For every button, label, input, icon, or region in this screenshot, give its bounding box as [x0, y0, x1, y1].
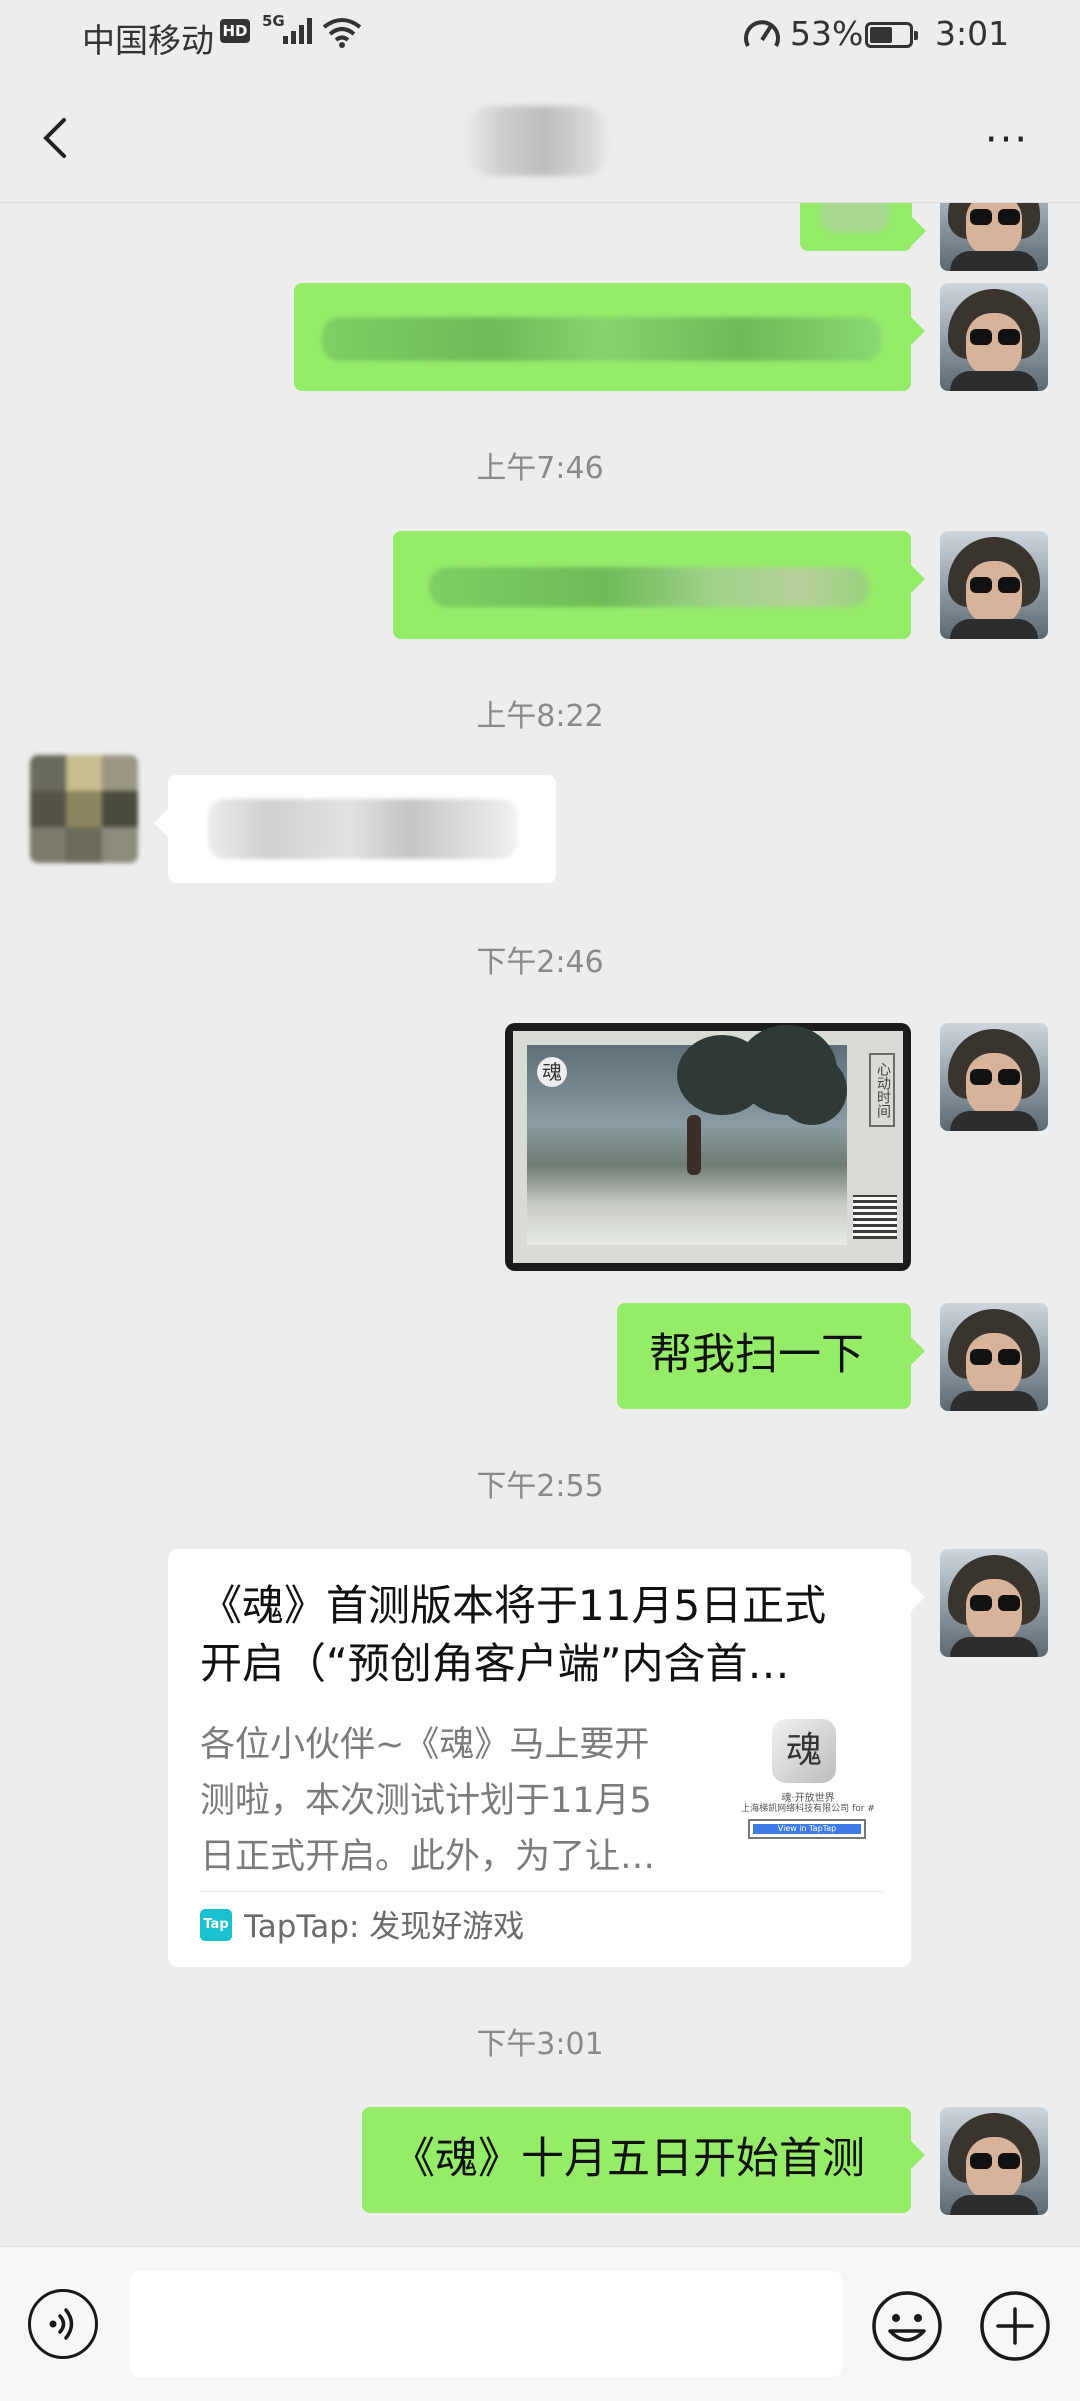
timestamp: 下午2:55: [476, 1469, 604, 1504]
message-list[interactable]: 上午7:46 上午8:22 下午2:46 魂 心动时间 帮我扫一下 下午2:55…: [0, 203, 1080, 2243]
contact-avatar[interactable]: [30, 755, 138, 863]
back-chevron-icon[interactable]: [28, 108, 88, 168]
message-bubble-redacted[interactable]: [154, 775, 556, 883]
wifi-icon: [322, 18, 362, 48]
battery-icon: [865, 22, 918, 48]
network-type: 5G: [262, 12, 285, 30]
message-input[interactable]: [130, 2271, 842, 2377]
chat-title-redacted: [462, 106, 612, 176]
signal-icon: [283, 18, 313, 44]
status-time: 3:01: [935, 14, 1010, 53]
my-avatar[interactable]: [940, 203, 1048, 271]
my-avatar[interactable]: [940, 1303, 1048, 1411]
link-card-description: 各位小伙伴~《魂》马上要开 测啦，本次测试计划于11月5 日正式开启。此外，为了…: [200, 1725, 656, 1877]
link-card-thumbnail: 魂 魂·开放世界 上海梯凯网络科技有限公司 for # View in TapT…: [738, 1719, 878, 1859]
timestamp: 上午8:22: [476, 699, 604, 734]
link-card-title: 《魂》首测版本将于11月5日正式 开启（“预创角客户端”内含首…: [200, 1581, 827, 1688]
message-bubble-redacted[interactable]: [800, 203, 926, 251]
status-bar: 中国移动 HD 5G 53% 3:01: [0, 0, 1080, 72]
input-bar: [0, 2246, 1080, 2401]
my-avatar[interactable]: [940, 283, 1048, 391]
message-text: 《魂》十月五日开始首测: [392, 2134, 865, 2184]
timestamp: 上午7:46: [476, 451, 604, 486]
carrier-name: 中国移动: [82, 21, 214, 60]
data-speed-icon: [744, 20, 780, 47]
game-logo: 魂: [537, 1057, 567, 1087]
chat-header: ···: [0, 72, 1080, 203]
divider: [200, 1891, 883, 1892]
app-icon: 魂: [772, 1719, 836, 1783]
emoji-icon[interactable]: [870, 2289, 944, 2363]
my-avatar[interactable]: [940, 1549, 1048, 1657]
qr-code: [853, 1195, 897, 1239]
plus-icon[interactable]: [978, 2289, 1052, 2363]
hd-badge: HD: [220, 19, 250, 43]
my-avatar[interactable]: [940, 531, 1048, 639]
poster-seal: 心动时间: [869, 1053, 895, 1127]
battery-percent: 53%: [790, 14, 864, 53]
message-text: 帮我扫一下: [649, 1330, 864, 1380]
voice-icon[interactable]: [28, 2289, 98, 2359]
link-card-source-text: TapTap: 发现好游戏: [244, 1909, 525, 1945]
taptap-icon: Tap: [200, 1909, 232, 1941]
message-bubble[interactable]: 帮我扫一下: [617, 1303, 925, 1409]
message-bubble-redacted[interactable]: [393, 531, 925, 639]
image-message[interactable]: 魂 心动时间: [505, 1023, 911, 1271]
message-bubble-redacted[interactable]: [294, 283, 925, 391]
link-card-message[interactable]: 《魂》首测版本将于11月5日正式 开启（“预创角客户端”内含首… 各位小伙伴~《…: [168, 1549, 925, 1967]
my-avatar[interactable]: [940, 2107, 1048, 2215]
game-poster-image: 魂 心动时间: [513, 1025, 903, 1263]
more-options-icon[interactable]: ···: [972, 120, 1042, 160]
poster-vertical-text: [851, 1053, 865, 1183]
timestamp: 下午2:46: [476, 945, 604, 980]
my-avatar[interactable]: [940, 1023, 1048, 1131]
message-bubble[interactable]: 《魂》十月五日开始首测: [362, 2107, 925, 2213]
timestamp: 下午3:01: [476, 2027, 604, 2062]
